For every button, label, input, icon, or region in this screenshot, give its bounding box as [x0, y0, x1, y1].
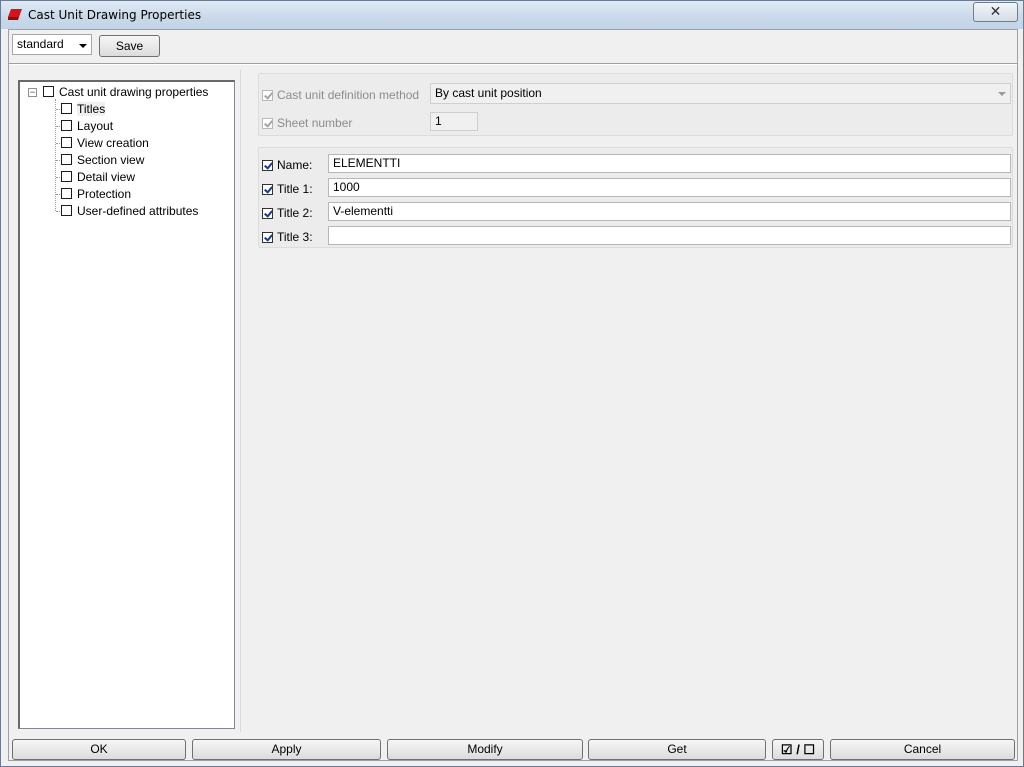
- title2-field[interactable]: V-elementti: [328, 202, 1011, 221]
- checkbox-icon[interactable]: [61, 120, 72, 131]
- definition-method-row: Cast unit definition method: [262, 87, 419, 103]
- sheet-number-field[interactable]: 1: [430, 112, 478, 131]
- modify-button[interactable]: Modify: [387, 739, 583, 760]
- checkbox-icon[interactable]: [61, 137, 72, 148]
- name-field[interactable]: ELEMENTTI: [328, 154, 1011, 173]
- tree-item-label: Detail view: [77, 170, 136, 184]
- chevron-down-icon: [79, 44, 87, 48]
- toggle-all-button[interactable]: ☑ / ☐: [772, 739, 824, 760]
- checkbox-icon[interactable]: [61, 188, 72, 199]
- sheet-number-label: Sheet number: [277, 116, 353, 130]
- tree-root[interactable]: Cast unit drawing properties: [43, 84, 208, 100]
- tree-item-user-defined-attributes[interactable]: User-defined attributes: [61, 203, 198, 219]
- definition-method-label: Cast unit definition method: [277, 88, 420, 102]
- definition-method-select[interactable]: By cast unit position: [430, 83, 1011, 104]
- title3-label: Title 3:: [277, 230, 313, 244]
- tree-item-protection[interactable]: Protection: [61, 186, 131, 202]
- chevron-down-icon: [998, 92, 1006, 96]
- checkbox-icon[interactable]: [61, 103, 72, 114]
- preset-select[interactable]: standard: [12, 34, 92, 55]
- title2-row: Title 2:: [262, 205, 313, 221]
- tree-item-layout[interactable]: Layout: [61, 118, 113, 134]
- name-row: Name:: [262, 157, 312, 173]
- window-title: Cast Unit Drawing Properties: [28, 8, 202, 22]
- sheet-number-row: Sheet number: [262, 115, 352, 131]
- checkbox-icon[interactable]: [61, 171, 72, 182]
- ok-button[interactable]: OK: [12, 739, 186, 760]
- title1-field[interactable]: 1000: [328, 178, 1011, 197]
- checkbox-icon[interactable]: [43, 86, 54, 97]
- name-checkbox[interactable]: [262, 160, 273, 171]
- title-bar[interactable]: Cast Unit Drawing Properties ✕: [1, 1, 1023, 29]
- splitter[interactable]: [240, 70, 241, 732]
- general-group: Cast unit definition method By cast unit…: [258, 73, 1013, 136]
- preset-select-value: standard: [17, 37, 64, 51]
- tree-item-view-creation[interactable]: View creation: [61, 135, 149, 151]
- get-button[interactable]: Get: [588, 739, 766, 760]
- tree-item-detail-view[interactable]: Detail view: [61, 169, 135, 185]
- title1-checkbox[interactable]: [262, 184, 273, 195]
- tree-item-label: User-defined attributes: [77, 204, 199, 218]
- properties-dialog: Cast Unit Drawing Properties ✕ standard …: [0, 0, 1024, 767]
- cancel-button[interactable]: Cancel: [830, 739, 1015, 760]
- tree-item-label: Protection: [77, 187, 132, 201]
- tree-item-section-view[interactable]: Section view: [61, 152, 144, 168]
- save-button[interactable]: Save: [99, 35, 160, 57]
- tree-item-label: View creation: [77, 136, 149, 150]
- title3-field[interactable]: [328, 226, 1011, 245]
- tree-item-titles[interactable]: Titles: [61, 101, 106, 117]
- name-label: Name:: [277, 158, 313, 172]
- tree-item-label: Layout: [77, 119, 114, 133]
- property-tree[interactable]: − Cast unit drawing properties Titles La…: [18, 80, 235, 729]
- definition-method-value: By cast unit position: [435, 86, 542, 100]
- sheet-number-checkbox[interactable]: [262, 118, 273, 129]
- title2-checkbox[interactable]: [262, 208, 273, 219]
- title1-label: Title 1:: [277, 182, 313, 196]
- checkbox-icon[interactable]: [61, 154, 72, 165]
- titles-group: Name: ELEMENTTI Title 1: 1000 Title 2: V…: [258, 147, 1013, 248]
- collapse-icon[interactable]: −: [28, 88, 37, 97]
- apply-button[interactable]: Apply: [192, 739, 381, 760]
- tree-item-label: Titles: [77, 102, 106, 116]
- dialog-body: standard Save − Cast unit drawing proper…: [8, 29, 1018, 761]
- title2-label: Title 2:: [277, 206, 313, 220]
- checkbox-icon[interactable]: [61, 205, 72, 216]
- toolbar-divider: [9, 63, 1017, 65]
- tree-root-label: Cast unit drawing properties: [59, 85, 209, 99]
- app-icon: [8, 9, 22, 20]
- close-button[interactable]: ✕: [973, 2, 1018, 22]
- tree-item-label: Section view: [77, 153, 145, 167]
- title3-checkbox[interactable]: [262, 232, 273, 243]
- title3-row: Title 3:: [262, 229, 313, 245]
- definition-method-checkbox[interactable]: [262, 90, 273, 101]
- title1-row: Title 1:: [262, 181, 313, 197]
